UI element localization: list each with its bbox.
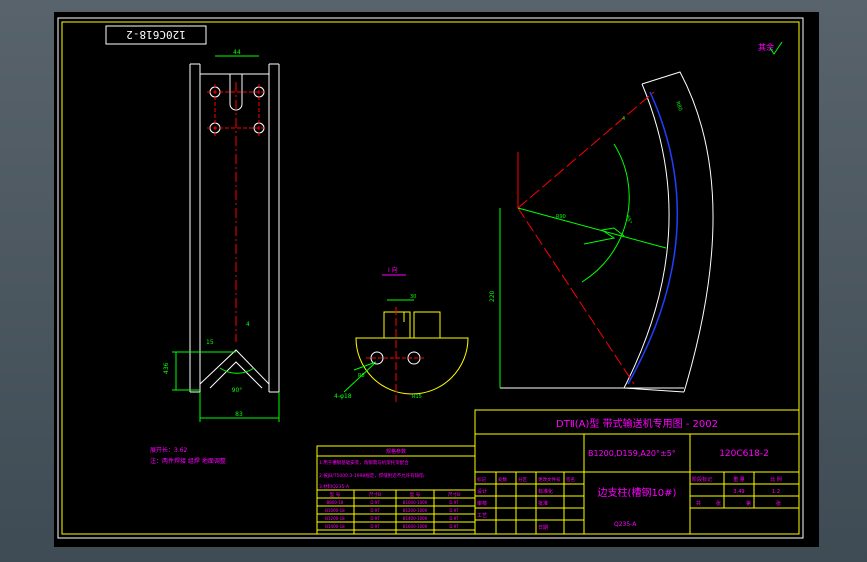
col-scale: 比 例 [770,476,782,483]
spec-cell: B1000-18 [325,508,345,513]
spec-cell: D.9T [449,508,459,513]
spec-cell: B1400-18 [325,524,345,529]
section-title: Ⅰ 向 [388,266,398,274]
dim-left-length: 436 [163,362,170,374]
dim-sec: 30 [410,294,416,300]
spec-cell: B800-18 [327,500,344,505]
row-label-0: 标记 [477,476,486,483]
code-top-left: 120C618-2 [126,28,186,41]
spec-cell: D.9T [370,524,380,529]
left-view: 44 90° 436 15 4 83 [163,49,280,422]
dim-thick: 4 [622,116,625,122]
role-design: 设计 [477,488,487,495]
role-date: 日期 [538,525,548,531]
spec-cell: D.9T [370,508,380,513]
part-name: 边支柱(槽钢10#) [598,486,677,499]
dim-radius-b: R80 [674,101,683,112]
spec-cell: D.9T [449,524,459,529]
drawing-canvas: 120C618-2 其余 44 90° 436 15 4 83 展开长：3.62… [57,17,804,539]
drawing-no: 120C618-2 [719,449,769,459]
title-block: DTⅡ(A)型 带式输送机专用图 - 2002 B1200,D159,A20°±… [474,409,800,535]
role-approve: 批准 [538,500,548,507]
material: Q235-A [614,521,637,528]
spec-cell: B1200-18 [325,516,345,521]
sheet-total: 共 [696,500,701,507]
col-weight: 重 量 [733,476,745,483]
drawing-sheet: 120C618-2 其余 44 90° 436 15 4 83 展开长：3.62… [54,12,819,547]
dim-corner-ref: 4 [246,321,250,328]
dim-radius-a: R90 [556,214,566,220]
section-view: Ⅰ 向 30 R8 4-φ18 R15 [334,266,469,402]
note-line1: 展开长：3.62 [150,446,188,454]
spec-header-3: 尺寸B [448,491,460,498]
role-check: 审核 [477,500,487,507]
spec-cell: B1600-1000 [403,524,428,529]
dim-hole: 4-φ18 [334,393,352,400]
spec-header-1: 尺寸B [369,491,381,498]
spec-header-0: 型 号 [330,491,341,498]
spec-cell: B1200-1000 [403,508,428,513]
spec-table: 规格参数 1.用于槽钢基础安装，角钢需与机架托架配合 2.按JB/T5000.3… [316,445,476,535]
spec-cell: D.9T [370,516,380,521]
row-label-1: 处数 [498,476,507,483]
weight-value: 3.49 [733,489,744,495]
arc-view: 220 R90 65° 4 R80 [489,71,714,393]
spec-header-2: 型 号 [410,491,421,498]
row-label-4: 签名 [566,476,575,483]
spec-line-b: 2.按JB/T5000.3-1998规定，焊缝附近不允许有缺陷 [319,472,424,479]
role-std: 标准化 [538,488,553,495]
sheet-label: 张 [716,500,721,507]
params: B1200,D159,A20°±5° [588,449,676,458]
dim-bottom-width: 83 [235,411,243,418]
role-process: 工艺 [477,513,487,519]
note-line2: 注：两件焊接 组焊 地面调整 [150,457,226,465]
spec-cell: D.9T [370,500,380,505]
row-label-2: 分区 [518,476,527,483]
series-title: DTⅡ(A)型 带式输送机专用图 - 2002 [556,417,718,430]
dim-radius-c: R15 [412,394,422,400]
dim-angle-a: 90° [232,387,243,394]
spec-cell: D.9T [449,500,459,505]
spec-line-a: 1.用于槽钢基础安装，角钢需与机架托架配合 [319,459,409,466]
sheet-no-label: 张 [776,500,781,507]
spec-cell: D.9T [449,516,459,521]
spec-cell: B1000-1000 [403,500,428,505]
dim-vertical-max: 220 [489,290,496,302]
col-stage: 阶段标记 [692,476,712,483]
dim-vert-small: 15 [206,339,214,346]
spec-title: 规格参数 [386,448,406,455]
cad-viewport: 120C618-2 其余 44 90° 436 15 4 83 展开长：3.62… [0,0,867,562]
sheet-no: 第 [746,500,751,507]
scale-value: 1:2 [772,489,780,495]
row-label-3: 更改文件号 [538,476,561,483]
spec-cell: B1400-1000 [403,516,428,521]
dim-top-width: 44 [233,49,241,56]
spec-line-c: 3.材料Q235-A [319,483,350,490]
